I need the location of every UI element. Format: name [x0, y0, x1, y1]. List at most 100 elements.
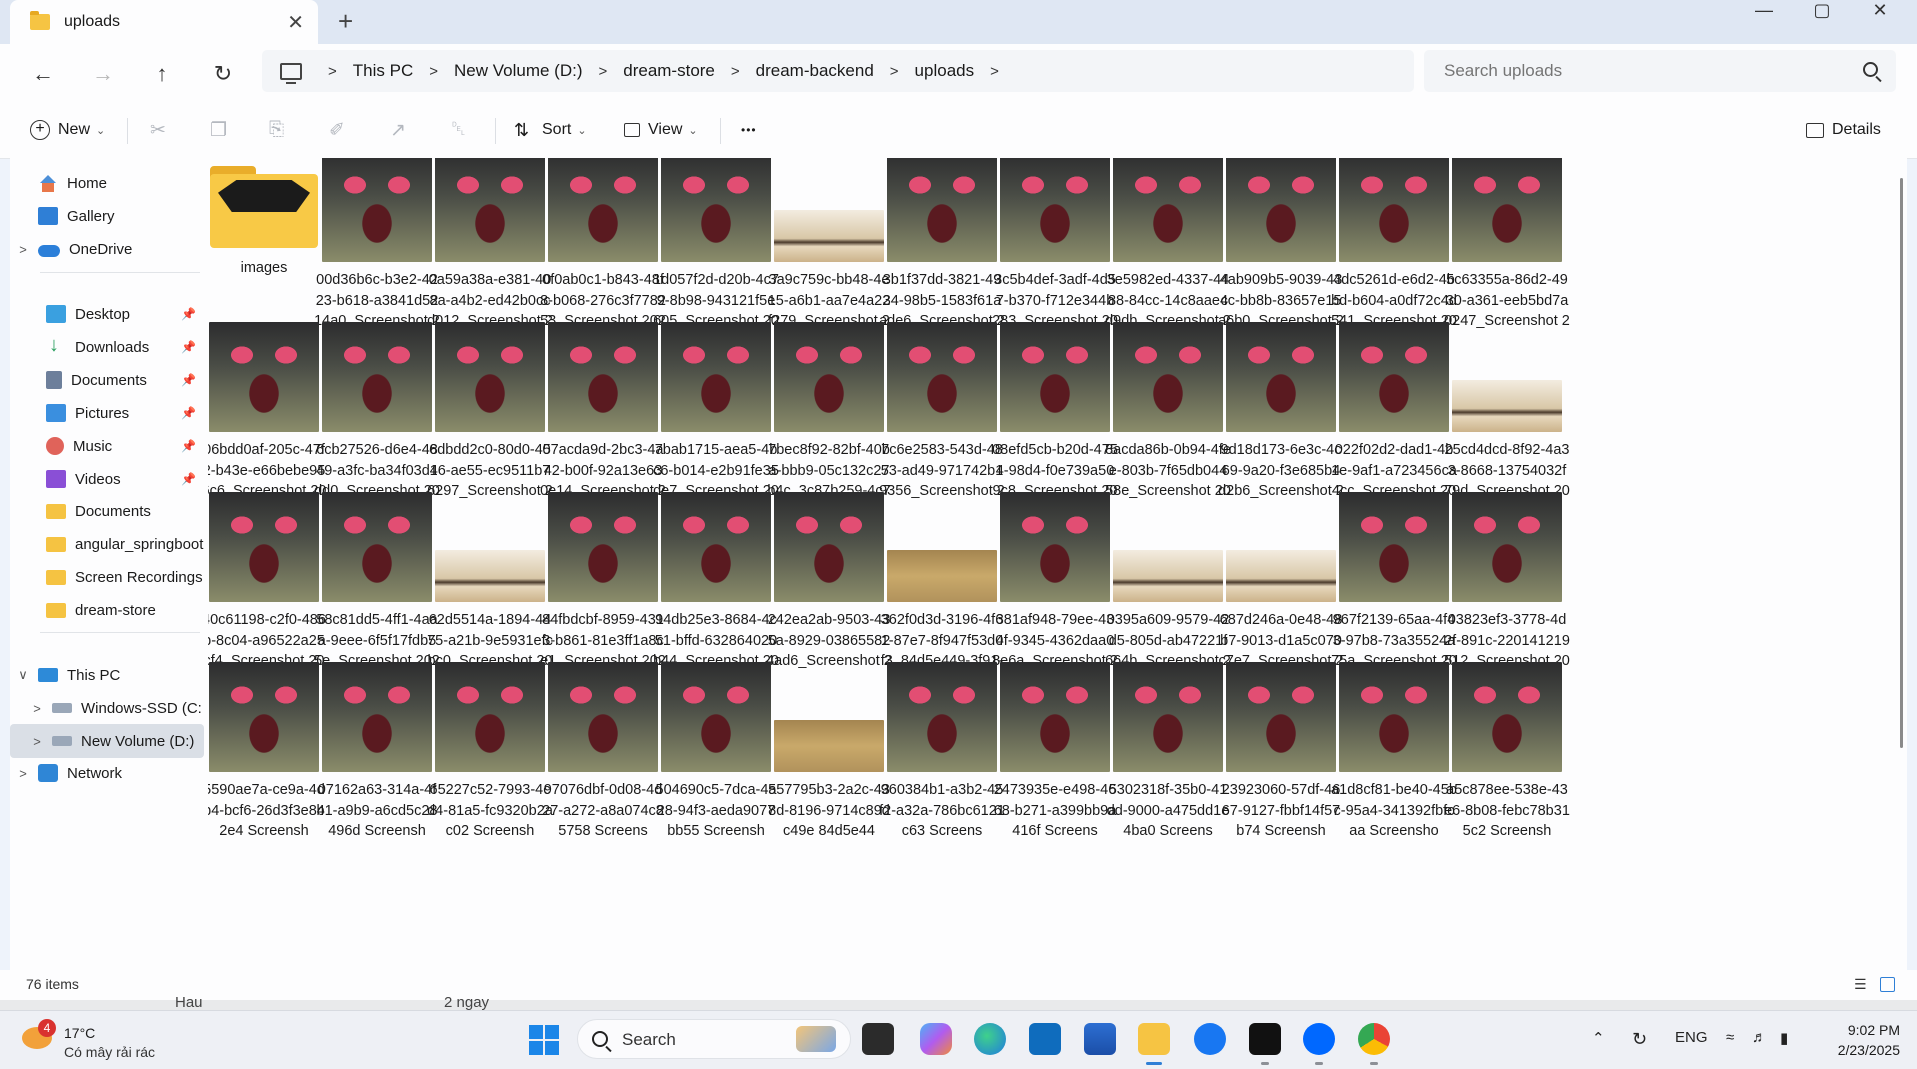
search-box[interactable]	[1424, 50, 1896, 92]
store-icon[interactable]	[1084, 1023, 1116, 1055]
breadcrumb-new-volume[interactable]: New Volume (D:)	[454, 61, 582, 81]
outlook-icon[interactable]	[1029, 1023, 1061, 1055]
file-item[interactable]: 381af948-79ee-434f-9345-4362daa08e6a_Scr…	[992, 486, 1118, 672]
file-item[interactable]: 1d057f2d-d20b-4c79-8b98-943121f5e605_Scr…	[653, 158, 779, 332]
file-item[interactable]: 65227c52-7993-4cd4-81a5-fc9320b2ac02 Scr…	[427, 656, 553, 842]
file-item[interactable]: 6dbdd2c0-80d0-4516-ae55-ec9511b76297_Scr…	[427, 316, 553, 502]
sidebar-item-pictures[interactable]: Pictures 📌	[10, 396, 208, 430]
sync-icon[interactable]: ↻	[1632, 1029, 1647, 1050]
sort-button[interactable]: ⇅ Sort ⌄	[514, 116, 587, 144]
file-item[interactable]: 07162a63-314a-4fb1-a9b9-a6cd5c28496d Scr…	[314, 656, 440, 842]
breadcrumb-separator[interactable]: >	[429, 63, 438, 80]
address-bar[interactable]: > This PC > New Volume (D:) > dream-stor…	[262, 50, 1414, 92]
chevron-down-icon[interactable]: ∨	[14, 667, 32, 683]
start-button[interactable]	[529, 1025, 559, 1055]
breadcrumb-dream-backend[interactable]: dream-backend	[756, 61, 874, 81]
file-item[interactable]: 58c81dd5-4ff1-4aaa-9eee-6f5f17fdb55e_Scr…	[314, 486, 440, 672]
breadcrumb-dream-store[interactable]: dream-store	[623, 61, 715, 81]
delete-button[interactable]: ␡	[451, 116, 466, 144]
file-item[interactable]: 25cd4dcd-8f92-4a33-8668-13754032f79d_Scr…	[1444, 316, 1570, 502]
sidebar-item-screen-recordings[interactable]: Screen Recordings	[10, 560, 208, 594]
scrollbar-thumb[interactable]	[1900, 178, 1903, 748]
breadcrumb-separator[interactable]: >	[598, 63, 607, 80]
new-tab-button[interactable]: +	[338, 6, 353, 37]
sidebar-item-documents[interactable]: Documents 📌	[10, 363, 208, 397]
file-item[interactable]: 242ea2ab-9503-435a-8929-038655824ad6_Scr…	[766, 486, 892, 672]
breadcrumb-uploads[interactable]: uploads	[915, 61, 975, 81]
file-item[interactable]: 62d5514a-1894-4475-a21b-9e5931efcbc0_Scr…	[427, 486, 553, 672]
zalo-icon[interactable]	[1303, 1023, 1335, 1065]
file-item[interactable]: 5302318f-35b0-41dd-9000-a475dd1e4ba0 Scr…	[1105, 656, 1231, 842]
file-item[interactable]: 362f0d3d-3196-4f61-87e7-8f947f53d0f3_84d…	[879, 486, 1005, 672]
sidebar-item-desktop[interactable]: Desktop 📌	[10, 297, 208, 331]
battery-icon[interactable]: ▮	[1780, 1029, 1788, 1047]
file-item[interactable]: 967f2139-65aa-4f43-97b8-73a35524a75a_Scr…	[1331, 486, 1457, 672]
file-item[interactable]: 2473935e-e498-4668-b271-a399bb9a416f Scr…	[992, 656, 1118, 842]
chevron-right-icon[interactable]: >	[28, 701, 46, 716]
chevron-up-icon[interactable]: ⌃	[1592, 1029, 1605, 1047]
intellij-icon[interactable]	[1249, 1023, 1281, 1065]
file-item[interactable]: 5590ae7a-ce9a-4db4-bcf6-26d3f3e842e4 Scr…	[208, 656, 327, 842]
file-item[interactable]: 94db25e3-8684-4c51-bffd-632864020b44_Scr…	[653, 486, 779, 672]
cut-button[interactable]: ✂	[150, 116, 166, 144]
language-indicator[interactable]: ENG	[1675, 1029, 1708, 1046]
breadcrumb-separator[interactable]: >	[990, 63, 999, 80]
rename-button[interactable]: ✐	[329, 116, 345, 144]
chrome-icon[interactable]	[1358, 1023, 1390, 1065]
details-button[interactable]: Details	[1806, 116, 1881, 144]
file-item[interactable]: 03823ef3-3778-4d2f-891c-220141219512_Scr…	[1444, 486, 1570, 672]
sidebar-item-this-pc[interactable]: ∨ This PC	[10, 658, 208, 692]
wifi-icon[interactable]: ≈	[1726, 1029, 1734, 1046]
taskbar-search[interactable]: Search	[577, 1019, 851, 1059]
sidebar-item-network[interactable]: > Network	[10, 756, 208, 790]
view-button[interactable]: View ⌄	[624, 116, 698, 144]
file-item[interactable]: 08efd5cb-b20d-4754-98d4-f0e739a509c8_Scr…	[992, 316, 1118, 502]
copy-button[interactable]: ❐	[210, 116, 227, 144]
edge-icon[interactable]	[974, 1023, 1006, 1055]
file-item[interactable]: 3a9c759c-bb48-4e15-a6b1-aa7e4a22f279_Scr…	[766, 158, 892, 332]
vertical-scrollbar[interactable]	[1896, 158, 1907, 970]
breadcrumb-separator[interactable]: >	[328, 63, 337, 80]
task-view-icon[interactable]	[862, 1023, 894, 1055]
file-item[interactable]: 06bdd0af-205c-47f2-b43e-e66bebe956c6_Scr…	[208, 316, 327, 502]
minimize-button[interactable]: —	[1738, 0, 1790, 20]
breadcrumb-separator[interactable]: >	[731, 63, 740, 80]
clock[interactable]: 9:02 PM 2/23/2025	[1816, 1020, 1900, 1060]
sidebar-item-home[interactable]: Home	[10, 166, 208, 200]
file-item[interactable]: 557795b3-2a2c-438d-8196-9714c89dc49e 84d…	[766, 656, 892, 842]
file-item[interactable]: 960384b1-a3b2-45f2-a32a-786bc6121c63 Scr…	[879, 656, 1005, 842]
up-button[interactable]: ↑	[146, 58, 178, 90]
file-item[interactable]: 0a59a38a-e381-408a-a4b2-ed42b0ccd012_Scr…	[427, 158, 553, 332]
file-item[interactable]: 07acda9d-2bc3-4a42-b00f-92a13e630e14_Scr…	[540, 316, 666, 502]
file-item[interactable]: 022f02d2-dad1-4b1e-9af1-a723456ca4cc_Scr…	[1331, 316, 1457, 502]
chevron-right-icon[interactable]: >	[14, 242, 32, 257]
sidebar-item-angular-springboot[interactable]: angular_springboot	[10, 527, 208, 561]
file-explorer-icon[interactable]	[1138, 1023, 1170, 1065]
file-item[interactable]: 84fbdcbf-8959-4313-b861-81e3ff1a8ce1_Scr…	[540, 486, 666, 672]
file-item[interactable]: 0f0ab0c1-b843-48f8-b068-276c3f778253_Scr…	[540, 158, 666, 332]
sidebar-item-documents[interactable]: Documents	[10, 494, 208, 528]
file-item[interactable]: 3e5982ed-4337-4488-84cc-14c8aae4d9db_Scr…	[1105, 158, 1231, 332]
chevron-right-icon[interactable]: >	[14, 766, 32, 781]
refresh-button[interactable]: ↻	[207, 58, 239, 90]
tab-uploads[interactable]: uploads ✕	[10, 0, 318, 44]
sidebar-item-dream-store[interactable]: dream-store	[10, 593, 208, 627]
chevron-right-icon[interactable]: >	[28, 734, 46, 749]
file-item[interactable]: 8acda86b-0b94-4fee-803b-7f65db04458e_Scr…	[1105, 316, 1231, 502]
maximize-button[interactable]: ▢	[1796, 0, 1848, 20]
sidebar-item-new-volume-d[interactable]: > New Volume (D:)	[10, 724, 204, 758]
file-item[interactable]: 6cb27526-d6e4-4849-a3fc-ba34f03d4dd0_Scr…	[314, 316, 440, 502]
breadcrumb-separator[interactable]: >	[890, 63, 899, 80]
file-item[interactable]: 7bab1715-aea5-4bc6-b014-e2b91fe35de7_Scr…	[653, 316, 779, 502]
breadcrumb-this-pc[interactable]: This PC	[353, 61, 413, 81]
file-item[interactable]: a5c878ee-538e-43e6-8b08-febc78b315c2 Scr…	[1444, 656, 1570, 842]
file-item[interactable]: 00d36b6c-b3e2-4223-b618-a3841d5214a0_Scr…	[314, 158, 440, 332]
details-view-button[interactable]: ☰	[1854, 976, 1870, 992]
file-item[interactable]: 9d18d173-6e3c-4c69-9a20-f3e685b4d2b6_Scr…	[1218, 316, 1344, 502]
volume-icon[interactable]: ♬	[1752, 1029, 1767, 1046]
file-item[interactable]: a1d8cf81-be40-45bc-95a4-341392fbfcaa Scr…	[1331, 656, 1457, 842]
file-item[interactable]: 504690c5-7dca-4a28-94f3-aeda9077bb55 Scr…	[653, 656, 779, 842]
copilot-icon[interactable]	[920, 1023, 952, 1055]
sidebar-item-onedrive[interactable]: > OneDrive	[10, 232, 208, 266]
large-icons-view-button[interactable]	[1880, 977, 1895, 992]
